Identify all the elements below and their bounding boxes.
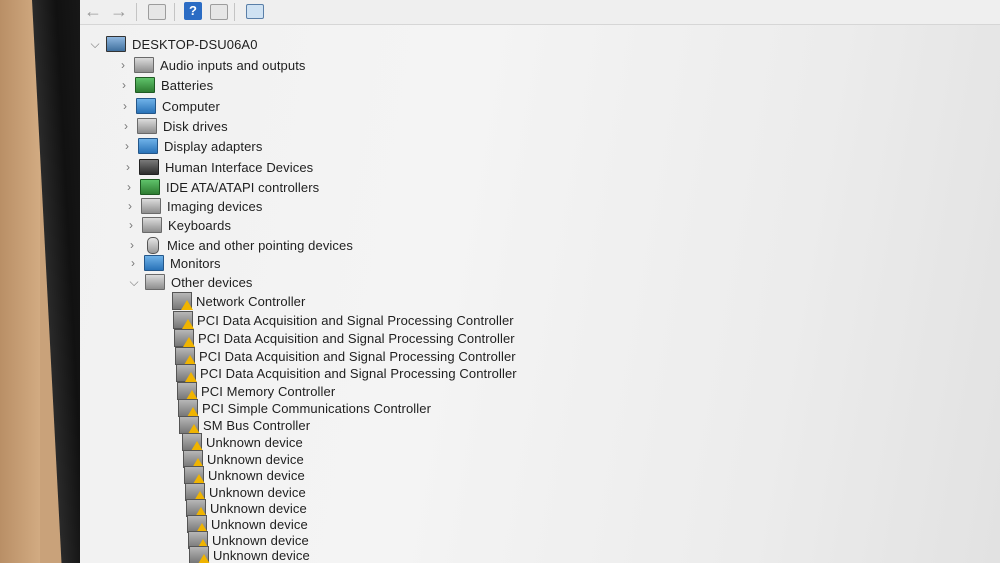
device-label: PCI Data Acquisition and Signal Processi… — [199, 348, 516, 364]
mouse-icon — [147, 236, 159, 254]
category-label: Mice and other pointing devices — [167, 237, 353, 253]
device-unknown[interactable]: Unknown device — [189, 545, 310, 563]
chevron-right-icon[interactable]: › — [125, 238, 139, 252]
device-label: PCI Memory Controller — [201, 383, 336, 399]
category-label: Imaging devices — [167, 198, 263, 214]
category-label: Audio inputs and outputs — [160, 57, 306, 73]
chevron-right-icon[interactable]: › — [126, 256, 140, 270]
chevron-right-icon[interactable]: › — [116, 58, 130, 72]
computer-icon — [136, 98, 156, 114]
tree-root[interactable]: ⌵ DESKTOP-DSU06A0 — [88, 34, 258, 54]
other-devices-icon — [145, 274, 165, 290]
category-keyboards[interactable]: › Keyboards — [124, 215, 231, 235]
category-label: IDE ATA/ATAPI controllers — [166, 179, 320, 195]
category-label: Keyboards — [168, 217, 232, 233]
device-label: Unknown device — [213, 547, 310, 563]
category-batteries[interactable]: › Batteries — [117, 75, 213, 95]
device-label: SM Bus Controller — [203, 417, 311, 433]
keyboard-icon — [142, 217, 162, 233]
category-hid[interactable]: › Human Interface Devices — [121, 157, 313, 177]
device-pci-data-acquisition[interactable]: PCI Data Acquisition and Signal Processi… — [173, 310, 514, 330]
chevron-right-icon[interactable]: › — [124, 218, 138, 232]
category-label: Monitors — [170, 255, 221, 271]
category-other-devices[interactable]: ⌵ Other devices — [127, 272, 253, 292]
device-pci-data-acquisition[interactable]: PCI Data Acquisition and Signal Processi… — [176, 363, 517, 383]
device-network-controller[interactable]: Network Controller — [172, 291, 305, 311]
background-wall — [0, 0, 40, 563]
disk-drive-icon — [137, 118, 157, 134]
category-label: Computer — [162, 98, 220, 114]
category-label: Display adapters — [164, 138, 263, 154]
device-label: Network Controller — [196, 293, 306, 309]
category-label: Other devices — [171, 274, 253, 290]
category-disk-drives[interactable]: › Disk drives — [119, 116, 228, 136]
chevron-down-icon[interactable]: ⌵ — [88, 37, 102, 52]
warning-device-icon — [176, 364, 197, 382]
ide-controller-icon — [140, 179, 160, 195]
hid-icon — [139, 159, 159, 175]
root-label: DESKTOP-DSU06A0 — [132, 36, 258, 52]
chevron-right-icon[interactable]: › — [120, 139, 134, 153]
monitor-icon — [144, 255, 164, 271]
camera-icon — [141, 198, 161, 214]
chevron-right-icon[interactable]: › — [117, 78, 131, 92]
category-label: Disk drives — [163, 118, 228, 134]
device-label: PCI Data Acquisition and Signal Processi… — [200, 365, 517, 381]
device-label: PCI Simple Communications Controller — [202, 400, 432, 416]
chevron-down-icon[interactable]: ⌵ — [127, 275, 141, 290]
device-label: PCI Data Acquisition and Signal Processi… — [197, 312, 514, 328]
category-mice[interactable]: › Mice and other pointing devices — [125, 235, 353, 255]
warning-device-icon — [174, 329, 195, 347]
chevron-right-icon[interactable]: › — [118, 99, 132, 113]
warning-device-icon — [173, 311, 194, 329]
device-manager-window: ← → ? ⌵ DESKTOP-DSU06A0 › Audio inputs a… — [80, 0, 1000, 563]
device-label: Unknown device — [206, 434, 303, 450]
category-computer[interactable]: › Computer — [118, 96, 220, 116]
chevron-right-icon[interactable]: › — [119, 119, 133, 133]
device-label: Unknown device — [208, 467, 305, 483]
chevron-right-icon[interactable]: › — [123, 199, 137, 213]
category-imaging[interactable]: › Imaging devices — [123, 196, 262, 216]
battery-icon — [135, 77, 155, 93]
warning-device-icon — [189, 546, 210, 563]
category-display-adapters[interactable]: › Display adapters — [120, 136, 262, 156]
category-label: Human Interface Devices — [165, 159, 314, 175]
category-monitors[interactable]: › Monitors — [126, 253, 221, 273]
speaker-icon — [134, 57, 154, 73]
category-label: Batteries — [161, 77, 214, 93]
device-tree: ⌵ DESKTOP-DSU06A0 › Audio inputs and out… — [80, 0, 1000, 563]
category-audio[interactable]: › Audio inputs and outputs — [116, 55, 306, 75]
device-label: PCI Data Acquisition and Signal Processi… — [198, 330, 515, 346]
chevron-right-icon[interactable]: › — [122, 180, 136, 194]
chevron-right-icon[interactable]: › — [121, 160, 135, 174]
computer-icon — [106, 36, 126, 52]
warning-device-icon — [172, 292, 193, 310]
display-adapter-icon — [138, 138, 158, 154]
device-pci-data-acquisition[interactable]: PCI Data Acquisition and Signal Processi… — [174, 328, 515, 348]
category-ide-controllers[interactable]: › IDE ATA/ATAPI controllers — [122, 177, 319, 197]
